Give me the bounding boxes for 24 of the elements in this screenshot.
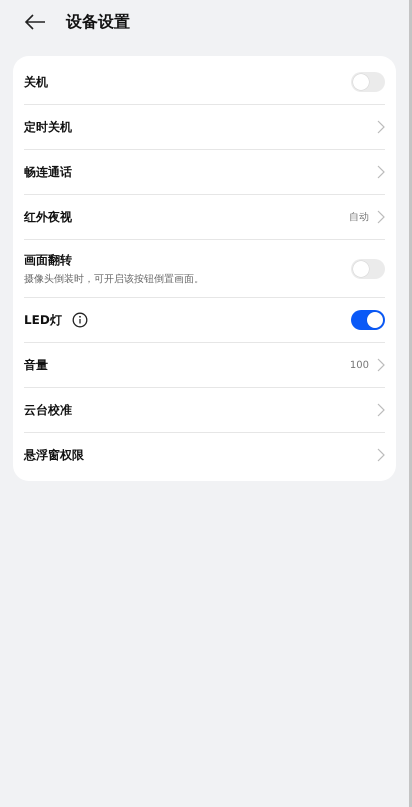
page-title: 设备设置 (66, 12, 130, 32)
chevron-right-icon[interactable] (377, 210, 385, 224)
setting-description: 摄像头倒装时，可开启该按钮倒置画面。 (24, 272, 205, 286)
setting-label: 畅连通话 (24, 164, 72, 180)
toggle-switch[interactable] (351, 72, 385, 92)
setting-value: 自动 (349, 211, 369, 224)
setting-label: 红外夜视 (24, 208, 72, 226)
setting-label: 云台校准 (24, 402, 72, 418)
chevron-right-icon[interactable] (377, 165, 385, 179)
info-icon[interactable] (72, 312, 88, 328)
setting-label: 悬浮窗权限 (24, 446, 84, 464)
setting-label: 音量 (24, 356, 48, 374)
toggle-switch[interactable] (351, 258, 385, 278)
chevron-right-icon[interactable] (377, 120, 385, 134)
setting-label: 定时关机 (24, 118, 72, 136)
setting-label: 画面翻转 (24, 252, 72, 268)
setting-label: LED灯 (24, 312, 62, 328)
setting-label: 关机 (24, 74, 48, 90)
chevron-right-icon[interactable] (377, 403, 385, 417)
toggle-switch[interactable] (351, 310, 385, 330)
setting-value: 100 (350, 360, 369, 370)
chevron-right-icon[interactable] (377, 358, 385, 372)
back-arrow-icon[interactable] (24, 14, 46, 30)
chevron-right-icon[interactable] (377, 448, 385, 462)
